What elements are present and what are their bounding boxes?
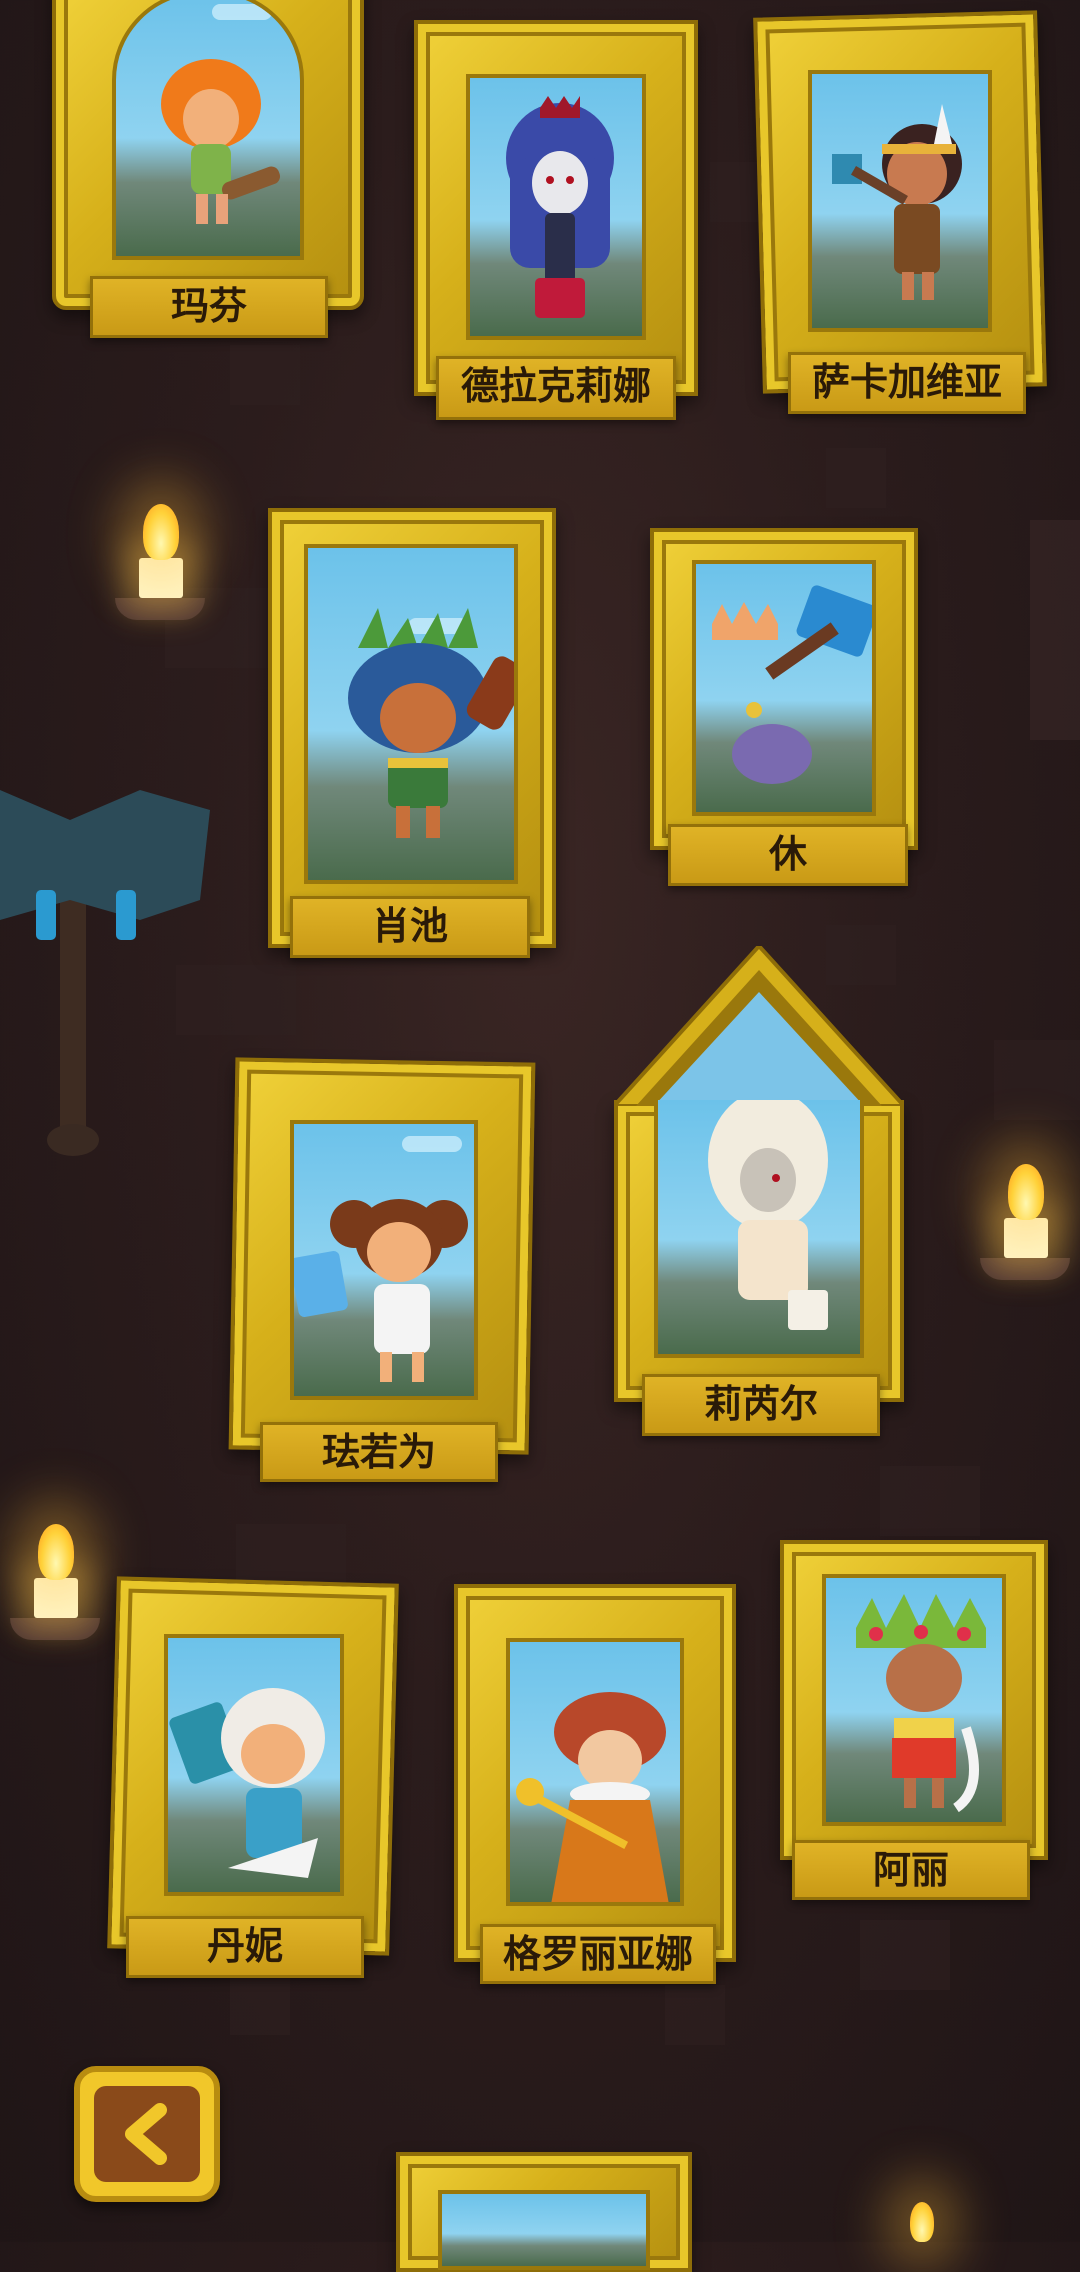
hero-figure-icon (856, 1594, 986, 1813)
portrait-frame-peak (614, 946, 904, 1106)
wall-brick (665, 1985, 725, 2045)
wall-brick (880, 1466, 980, 1536)
torch-icon (900, 2170, 960, 2242)
torch-icon (115, 470, 205, 620)
portrait-image (692, 560, 876, 816)
portrait-image (654, 1100, 864, 1358)
wall-brick (860, 1920, 950, 1990)
hero-figure-icon (506, 96, 614, 318)
hero-name-plate: 丹妮 (126, 1916, 364, 1978)
portrait-image (112, 0, 304, 260)
chevron-left-icon (125, 2103, 167, 2165)
hero-name-plate: 德拉克莉娜 (436, 356, 676, 420)
portrait-image (290, 1120, 478, 1400)
wall-brick (230, 345, 300, 405)
wall-brick (230, 1975, 290, 2035)
hero-name-plate: 阿丽 (792, 1840, 1030, 1900)
hero-name-plate: 格罗丽亚娜 (480, 1924, 716, 1984)
hero-figure-icon (712, 585, 872, 784)
hero-name-plate: 珐若为 (260, 1422, 498, 1482)
hero-figure-icon (832, 104, 962, 300)
hero-name-plate: 莉芮尔 (642, 1374, 880, 1436)
hero-figure-icon (708, 1100, 828, 1330)
axe-icon (0, 780, 215, 1160)
torch-icon (980, 1130, 1070, 1280)
hero-figure-icon (294, 1199, 468, 1382)
hero-figure-icon (161, 59, 281, 224)
portrait-image (822, 1574, 1006, 1826)
portrait-image (164, 1634, 344, 1896)
hero-figure-icon (348, 608, 514, 838)
torch-icon (10, 1490, 100, 1640)
hero-name-plate: 玛芬 (90, 276, 328, 338)
hero-name-plate: 休 (668, 824, 908, 886)
hero-figure-icon (169, 1688, 325, 1878)
hero-figure-icon (516, 1692, 669, 1902)
hero-name-plate: 肖池 (290, 896, 530, 958)
portrait-image (438, 2190, 650, 2270)
portrait-image (808, 70, 992, 332)
back-button[interactable] (74, 2066, 220, 2202)
portrait-image (466, 74, 646, 340)
wall-brick (994, 1040, 1080, 1120)
hero-name-plate: 萨卡加维亚 (788, 352, 1026, 414)
wall-brick (826, 448, 886, 508)
portrait-image (304, 544, 518, 884)
portrait-image (506, 1638, 684, 1906)
wall-pillar (1030, 520, 1080, 740)
